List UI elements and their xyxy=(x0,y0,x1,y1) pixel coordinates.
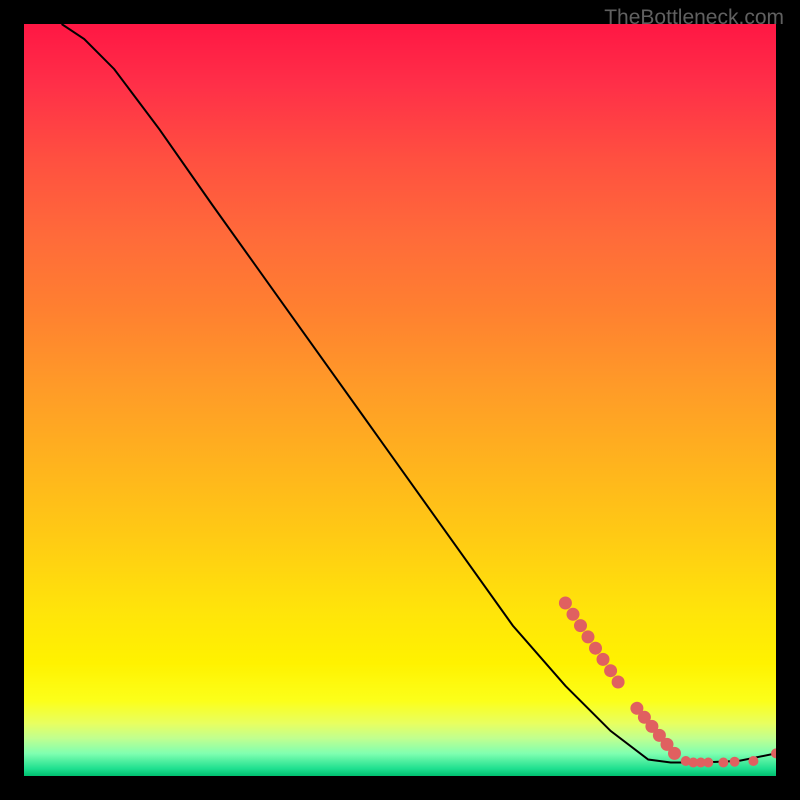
data-marker xyxy=(604,664,617,677)
data-marker xyxy=(703,758,713,768)
watermark-text: TheBottleneck.com xyxy=(604,6,784,30)
curve-line xyxy=(62,24,776,763)
marker-group xyxy=(559,597,776,768)
data-marker xyxy=(771,748,776,758)
data-marker xyxy=(574,619,587,632)
data-marker xyxy=(718,758,728,768)
data-marker xyxy=(597,653,610,666)
chart-svg xyxy=(24,24,776,776)
bottleneck-curve-path xyxy=(62,24,776,763)
data-marker xyxy=(589,642,602,655)
data-marker xyxy=(668,747,681,760)
data-marker xyxy=(582,630,595,643)
data-marker xyxy=(612,676,625,689)
data-marker xyxy=(730,757,740,767)
data-marker xyxy=(567,608,580,621)
data-marker xyxy=(748,756,758,766)
data-marker xyxy=(559,597,572,610)
plot-area xyxy=(24,24,776,776)
